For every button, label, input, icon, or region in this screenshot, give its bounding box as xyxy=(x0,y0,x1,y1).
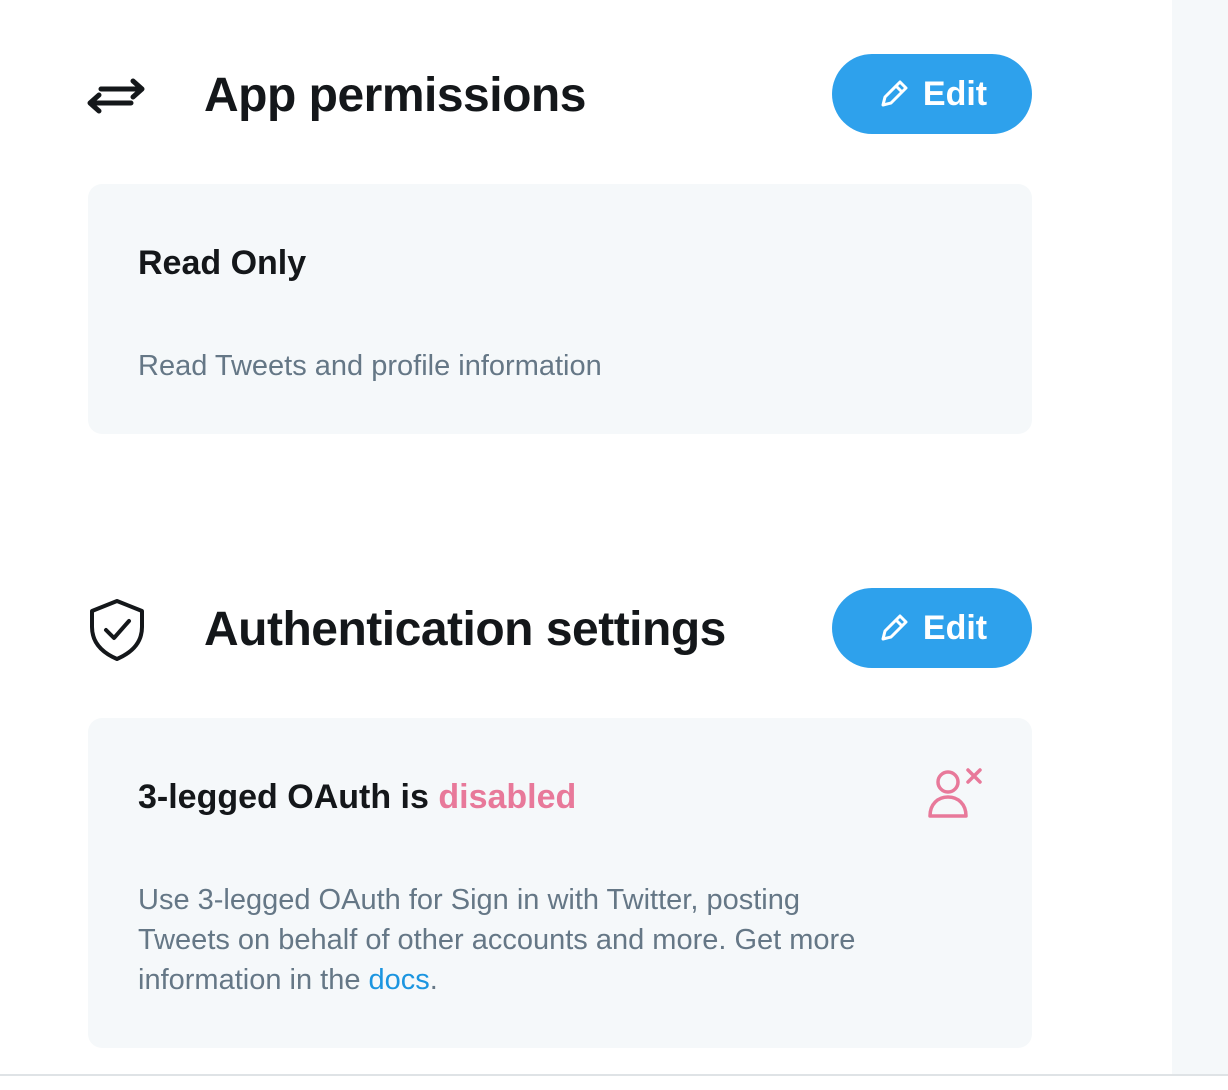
pencil-icon xyxy=(877,77,911,111)
authentication-card: 3-legged OAuth is disabled Use 3-legged … xyxy=(88,718,1032,1048)
page: App permissions Edit Read Only Read Twee… xyxy=(0,0,1228,1090)
oauth-description-suffix: . xyxy=(429,964,438,996)
oauth-description-text: Use 3-legged OAuth for Sign in with Twit… xyxy=(138,884,856,996)
permissions-card: Read Only Read Tweets and profile inform… xyxy=(88,184,1032,434)
edit-authentication-button[interactable]: Edit xyxy=(832,588,1032,668)
status-disabled-text: disabled xyxy=(438,778,577,816)
docs-link[interactable]: docs xyxy=(369,964,430,996)
oauth-description: Use 3-legged OAuth for Sign in with Twit… xyxy=(138,880,878,1000)
section-title-app-permissions: App permissions xyxy=(204,69,586,122)
edit-permissions-button[interactable]: Edit xyxy=(832,54,1032,134)
edit-button-label: Edit xyxy=(922,608,988,647)
swap-arrows-icon xyxy=(86,76,146,116)
pencil-icon xyxy=(877,611,911,645)
bottom-divider xyxy=(0,1074,1228,1076)
section-title-authentication-settings: Authentication settings xyxy=(204,603,726,656)
edit-button-label: Edit xyxy=(922,74,988,113)
user-x-icon xyxy=(924,766,986,822)
oauth-status-prefix: 3-legged OAuth is xyxy=(138,778,439,816)
shield-check-icon xyxy=(86,596,148,664)
oauth-status-title: 3-legged OAuth is disabled xyxy=(138,780,576,814)
permission-description: Read Tweets and profile information xyxy=(138,350,602,382)
right-sidebar-background xyxy=(1172,0,1228,1076)
permission-level: Read Only xyxy=(138,244,307,282)
